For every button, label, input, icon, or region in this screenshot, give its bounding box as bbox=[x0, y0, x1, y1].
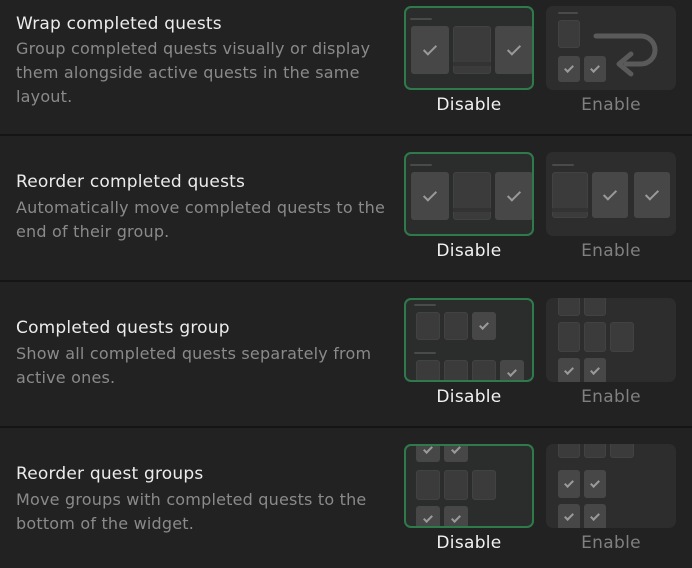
checkmark-icon bbox=[495, 172, 532, 220]
checkmark-icon bbox=[558, 504, 580, 528]
setting-completed-quests-group: Completed quests group Show all complete… bbox=[0, 292, 692, 438]
setting-wrap-completed-quests: Wrap completed quests Group completed qu… bbox=[0, 0, 692, 146]
disable-option-preview[interactable] bbox=[404, 152, 534, 236]
setting-title: Completed quests group bbox=[16, 318, 230, 338]
disable-option-preview[interactable] bbox=[404, 298, 534, 382]
setting-description: Move groups with completed quests to the… bbox=[16, 490, 367, 533]
setting-reorder-quest-groups: Reorder quest groups Move groups with co… bbox=[0, 438, 692, 568]
checkmark-icon bbox=[592, 172, 628, 218]
checkmark-icon bbox=[584, 504, 606, 528]
enable-option-preview[interactable] bbox=[546, 444, 676, 528]
section-divider bbox=[0, 280, 692, 282]
wrap-arrow-icon bbox=[593, 33, 658, 77]
disable-option-label[interactable]: Disable bbox=[404, 241, 534, 261]
setting-title: Wrap completed quests bbox=[16, 14, 222, 34]
checkmark-icon bbox=[558, 470, 580, 498]
checkmark-icon bbox=[500, 360, 524, 380]
setting-title: Reorder quest groups bbox=[16, 464, 204, 484]
setting-title: Reorder completed quests bbox=[16, 172, 246, 192]
enable-option-preview[interactable] bbox=[546, 6, 676, 90]
checkmark-icon bbox=[416, 506, 440, 526]
disable-option-label[interactable]: Disable bbox=[404, 95, 534, 115]
enable-option-label[interactable]: Enable bbox=[546, 387, 676, 407]
checkmark-icon bbox=[558, 358, 580, 382]
disable-option-label[interactable]: Disable bbox=[404, 387, 534, 407]
disable-option-preview[interactable] bbox=[404, 6, 534, 90]
checkmark-icon bbox=[472, 312, 496, 340]
section-divider bbox=[0, 426, 692, 428]
section-divider bbox=[0, 134, 692, 136]
checkmark-icon bbox=[416, 446, 440, 462]
checkmark-icon bbox=[444, 506, 468, 526]
enable-option-label[interactable]: Enable bbox=[546, 95, 676, 115]
setting-description: Show all completed quests separately fro… bbox=[16, 344, 372, 387]
checkmark-icon bbox=[634, 172, 670, 218]
checkmark-icon bbox=[444, 446, 468, 462]
disable-option-preview[interactable] bbox=[404, 444, 534, 528]
checkmark-icon bbox=[411, 172, 449, 220]
setting-description: Automatically move completed quests to t… bbox=[16, 198, 386, 241]
enable-option-label[interactable]: Enable bbox=[546, 241, 676, 261]
checkmark-icon bbox=[584, 358, 606, 382]
setting-description: Group completed quests visually or displ… bbox=[16, 39, 371, 106]
disable-option-label[interactable]: Disable bbox=[404, 533, 534, 553]
setting-reorder-completed-quests: Reorder completed quests Automatically m… bbox=[0, 146, 692, 292]
checkmark-icon bbox=[411, 26, 449, 74]
enable-option-preview[interactable] bbox=[546, 298, 676, 382]
checkmark-icon bbox=[495, 26, 532, 74]
enable-option-label[interactable]: Enable bbox=[546, 533, 676, 553]
checkmark-icon bbox=[584, 470, 606, 498]
enable-option-preview[interactable] bbox=[546, 152, 676, 236]
